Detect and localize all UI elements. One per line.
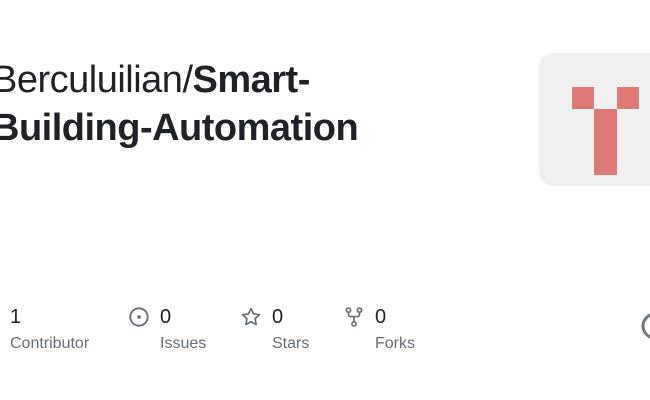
repo-name-line-2: Building-Automation — [0, 107, 359, 149]
stat-label: Stars — [272, 335, 310, 352]
avatar-pixel — [572, 87, 594, 109]
stat-value: 1 — [10, 306, 22, 328]
repo-forked-icon — [345, 307, 363, 327]
stat-value: 0 — [375, 306, 387, 328]
owner-avatar[interactable] — [539, 53, 650, 186]
stat-value: 0 — [272, 306, 284, 328]
repo-stats: 1 Contributor 0 Issues 0 Stars 0 Forks — [0, 305, 650, 365]
stat-label: Issues — [160, 335, 207, 352]
repo-owner[interactable]: Berculuilian/ — [0, 59, 193, 101]
github-logo-icon[interactable] — [640, 311, 650, 341]
issue-opened-icon — [129, 307, 149, 327]
repo-title[interactable]: Berculuilian/Smart- Building-Automation — [0, 56, 492, 152]
stat-label: Forks — [375, 335, 415, 352]
star-icon — [241, 307, 261, 326]
repo-social-card: Berculuilian/Smart- Building-Automation 1… — [0, 0, 650, 400]
avatar-pixel — [594, 109, 617, 175]
stat-label: Contributor — [10, 335, 90, 352]
stat-value: 0 — [160, 306, 172, 328]
repo-name-line-1: Smart- — [192, 59, 311, 101]
avatar-pixel — [617, 87, 639, 109]
